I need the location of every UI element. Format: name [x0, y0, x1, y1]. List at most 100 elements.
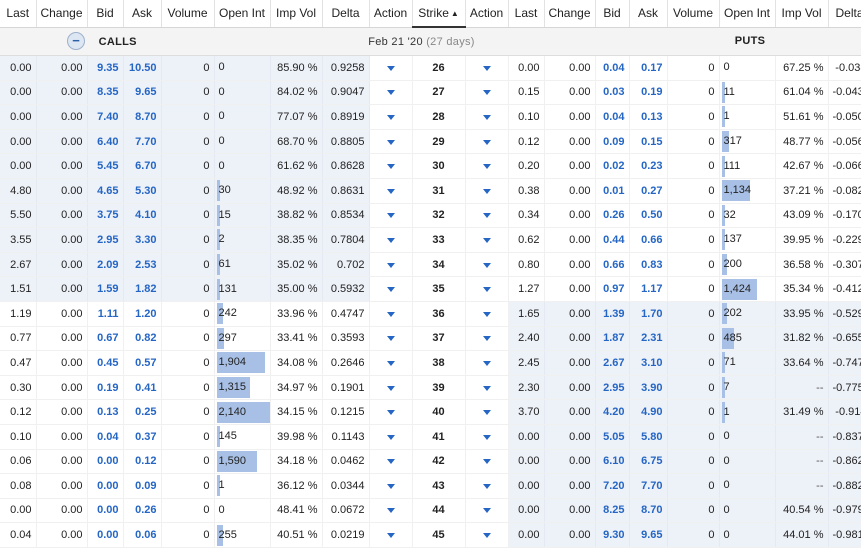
put-ask[interactable]: 0.66 — [629, 227, 668, 253]
call-action-dropdown[interactable] — [369, 399, 413, 425]
put-ask[interactable]: 0.23 — [629, 153, 668, 179]
column-header-put-change[interactable]: Change — [544, 0, 596, 28]
column-header-call-change[interactable]: Change — [36, 0, 88, 28]
column-header-call-volume[interactable]: Volume — [161, 0, 215, 28]
column-header-put-ask[interactable]: Ask — [629, 0, 668, 28]
column-header-call-open-int[interactable]: Open Int — [214, 0, 271, 28]
put-ask[interactable]: 5.80 — [629, 424, 668, 450]
put-ask[interactable]: 0.19 — [629, 80, 668, 106]
call-bid[interactable]: 3.75 — [87, 203, 124, 229]
call-ask[interactable]: 0.41 — [123, 375, 162, 401]
call-ask[interactable]: 0.06 — [123, 522, 162, 548]
call-action-dropdown[interactable] — [369, 252, 413, 278]
column-header-put-last[interactable]: Last — [508, 0, 545, 28]
call-bid[interactable]: 4.65 — [87, 178, 124, 204]
call-bid[interactable]: 0.19 — [87, 375, 124, 401]
put-bid[interactable]: 0.04 — [595, 104, 630, 130]
put-action-dropdown[interactable] — [465, 80, 509, 106]
call-ask[interactable]: 6.70 — [123, 153, 162, 179]
call-action-dropdown[interactable] — [369, 449, 413, 475]
put-action-dropdown[interactable] — [465, 178, 509, 204]
column-header-call-action[interactable]: Action — [369, 0, 413, 28]
put-ask[interactable]: 6.75 — [629, 449, 668, 475]
put-bid[interactable]: 0.66 — [595, 252, 630, 278]
call-bid[interactable]: 0.00 — [87, 522, 124, 548]
call-ask[interactable]: 9.65 — [123, 80, 162, 106]
call-action-dropdown[interactable] — [369, 473, 413, 499]
call-action-dropdown[interactable] — [369, 129, 413, 155]
put-bid[interactable]: 6.10 — [595, 449, 630, 475]
call-bid[interactable]: 8.35 — [87, 80, 124, 106]
call-bid[interactable]: 1.59 — [87, 276, 124, 302]
call-action-dropdown[interactable] — [369, 498, 413, 524]
put-bid[interactable]: 0.03 — [595, 80, 630, 106]
call-action-dropdown[interactable] — [369, 178, 413, 204]
call-ask[interactable]: 0.25 — [123, 399, 162, 425]
put-ask[interactable]: 3.90 — [629, 375, 668, 401]
call-action-dropdown[interactable] — [369, 104, 413, 130]
put-action-dropdown[interactable] — [465, 227, 509, 253]
put-action-dropdown[interactable] — [465, 424, 509, 450]
put-ask[interactable]: 9.65 — [629, 522, 668, 548]
put-ask[interactable]: 0.13 — [629, 104, 668, 130]
put-action-dropdown[interactable] — [465, 449, 509, 475]
put-action-dropdown[interactable] — [465, 252, 509, 278]
put-bid[interactable]: 0.02 — [595, 153, 630, 179]
put-bid[interactable]: 1.39 — [595, 301, 630, 327]
put-bid[interactable]: 2.67 — [595, 350, 630, 376]
put-action-dropdown[interactable] — [465, 498, 509, 524]
put-action-dropdown[interactable] — [465, 153, 509, 179]
call-action-dropdown[interactable] — [369, 80, 413, 106]
column-header-put-volume[interactable]: Volume — [667, 0, 720, 28]
call-ask[interactable]: 8.70 — [123, 104, 162, 130]
column-header-put-action[interactable]: Action — [465, 0, 509, 28]
put-bid[interactable]: 0.26 — [595, 203, 630, 229]
put-ask[interactable]: 7.70 — [629, 473, 668, 499]
column-header-put-imp-vol[interactable]: Imp Vol — [775, 0, 829, 28]
put-ask[interactable]: 2.31 — [629, 326, 668, 352]
put-action-dropdown[interactable] — [465, 522, 509, 548]
put-bid[interactable]: 8.25 — [595, 498, 630, 524]
call-ask[interactable]: 1.20 — [123, 301, 162, 327]
call-action-dropdown[interactable] — [369, 375, 413, 401]
call-ask[interactable]: 4.10 — [123, 203, 162, 229]
column-header-put-open-int[interactable]: Open Int — [719, 0, 776, 28]
column-header-call-ask[interactable]: Ask — [123, 0, 162, 28]
column-header-put-delta[interactable]: Delta — [828, 0, 861, 28]
call-ask[interactable]: 0.12 — [123, 449, 162, 475]
put-bid[interactable]: 0.09 — [595, 129, 630, 155]
call-bid[interactable]: 7.40 — [87, 104, 124, 130]
column-header-call-imp-vol[interactable]: Imp Vol — [270, 0, 323, 28]
call-ask[interactable]: 5.30 — [123, 178, 162, 204]
call-bid[interactable]: 1.11 — [87, 301, 124, 327]
call-bid[interactable]: 0.00 — [87, 449, 124, 475]
put-ask[interactable]: 1.17 — [629, 276, 668, 302]
call-bid[interactable]: 0.00 — [87, 473, 124, 499]
put-action-dropdown[interactable] — [465, 473, 509, 499]
call-ask[interactable]: 0.57 — [123, 350, 162, 376]
put-bid[interactable]: 9.30 — [595, 522, 630, 548]
call-ask[interactable]: 2.53 — [123, 252, 162, 278]
put-action-dropdown[interactable] — [465, 399, 509, 425]
call-bid[interactable]: 0.67 — [87, 326, 124, 352]
put-ask[interactable]: 3.10 — [629, 350, 668, 376]
call-bid[interactable]: 6.40 — [87, 129, 124, 155]
call-action-dropdown[interactable] — [369, 350, 413, 376]
put-bid[interactable]: 0.04 — [595, 55, 630, 81]
call-bid[interactable]: 9.35 — [87, 55, 124, 81]
call-bid[interactable]: 2.95 — [87, 227, 124, 253]
expiration-date[interactable]: Feb 21 '20 (27 days) — [214, 27, 629, 56]
call-action-dropdown[interactable] — [369, 227, 413, 253]
call-ask[interactable]: 10.50 — [123, 55, 162, 81]
call-ask[interactable]: 0.82 — [123, 326, 162, 352]
call-ask[interactable]: 0.09 — [123, 473, 162, 499]
put-bid[interactable]: 0.44 — [595, 227, 630, 253]
put-bid[interactable]: 0.97 — [595, 276, 630, 302]
put-bid[interactable]: 5.05 — [595, 424, 630, 450]
put-action-dropdown[interactable] — [465, 55, 509, 81]
put-action-dropdown[interactable] — [465, 276, 509, 302]
put-ask[interactable]: 8.70 — [629, 498, 668, 524]
put-ask[interactable]: 1.70 — [629, 301, 668, 327]
put-action-dropdown[interactable] — [465, 203, 509, 229]
put-bid[interactable]: 0.01 — [595, 178, 630, 204]
